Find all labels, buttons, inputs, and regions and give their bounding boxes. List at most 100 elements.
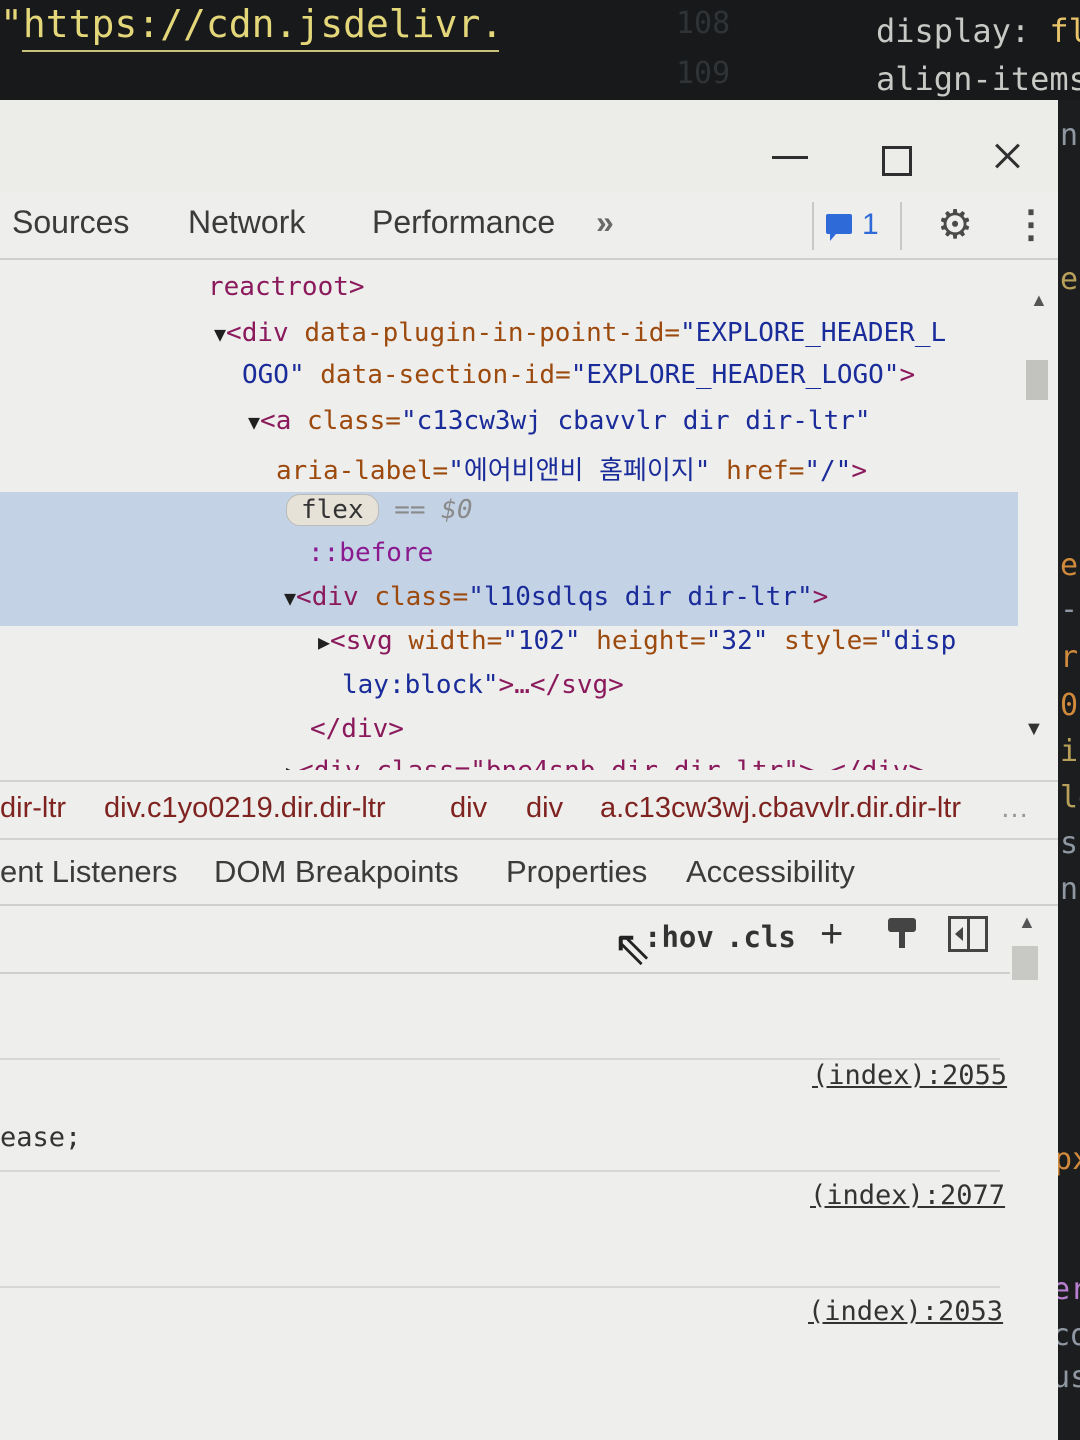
dom-node-line-selected[interactable]: ▼<a class="c13cw3wj cbavvlr dir dir-ltr": [248, 406, 871, 436]
collapse-arrow-icon[interactable]: ▼: [248, 410, 260, 434]
dom-node-line[interactable]: ▼<div data-plugin-in-point-id="EXPLORE_H…: [214, 318, 946, 348]
attribute-value: "EXPLORE_HEADER_L: [680, 318, 947, 348]
attribute-value: "l10sdlqs dir dir-ltr": [468, 582, 813, 612]
tag-name: <div: [296, 582, 375, 612]
dom-tree-scrollbar[interactable]: ▲ ▼: [1022, 280, 1052, 770]
tag-bracket: >: [812, 582, 829, 612]
minimize-button[interactable]: [766, 130, 814, 178]
tab-properties[interactable]: Properties: [506, 854, 647, 890]
breadcrumb-overflow[interactable]: …: [1000, 792, 1029, 825]
tag-name: <a: [260, 406, 308, 436]
class-toggle-button[interactable]: .cls: [726, 920, 796, 954]
attribute-value: "32": [705, 626, 769, 656]
tab-event-listeners[interactable]: ent Listeners: [0, 854, 178, 890]
sidebar-pane-tabs: ent Listeners DOM Breakpoints Properties…: [0, 840, 1058, 906]
attribute-value: OGO": [242, 360, 305, 390]
editor-line-number: 108: [676, 6, 731, 41]
editor-css-line: display: fl: [876, 12, 1080, 50]
dom-node-line[interactable]: </div>: [310, 714, 404, 744]
maximize-button[interactable]: [872, 130, 920, 178]
breadcrumb-item[interactable]: div: [450, 792, 487, 825]
selected-node-marker: == $0: [378, 495, 473, 525]
scroll-thumb[interactable]: [1012, 946, 1038, 980]
more-tabs-button[interactable]: »: [596, 204, 614, 241]
attribute-name: data-plugin-in-point-id=: [304, 318, 681, 348]
hover-state-button[interactable]: :hov: [644, 920, 714, 954]
dom-node-line[interactable]: ▼<div class="l10sdlqs dir dir-ltr">: [284, 582, 828, 612]
collapse-arrow-icon[interactable]: ▼: [284, 586, 296, 610]
breadcrumb-item[interactable]: div.c1yo0219.dir.dir-ltr: [104, 792, 386, 825]
attribute-value: "c13cw3wj cbavvlr dir dir-ltr": [400, 406, 871, 436]
flex-badge[interactable]: flex: [286, 494, 379, 526]
collapse-arrow-icon[interactable]: ▼: [214, 322, 226, 346]
attribute-name: data-section-id=: [304, 360, 571, 390]
dom-node-line[interactable]: ▶<div class="bne4snb dir dir-ltr">…</div…: [286, 756, 924, 770]
editor-css-line: align-items: [876, 60, 1080, 98]
attribute-name: width=: [408, 626, 503, 656]
scroll-thumb[interactable]: [1026, 360, 1048, 400]
issues-counter-button[interactable]: 1: [812, 202, 902, 250]
background-editor-edge: [1058, 100, 1080, 1440]
tab-accessibility[interactable]: Accessibility: [686, 854, 855, 890]
scroll-up-arrow-icon[interactable]: ▲: [1030, 290, 1048, 311]
more-options-icon[interactable]: ⋮: [1012, 206, 1050, 246]
editor-css-property: display:: [876, 12, 1050, 50]
attribute-value: "에어비앤비 홈페이지": [448, 456, 711, 486]
tag-bracket: >: [899, 360, 916, 390]
window-titlebar: [0, 100, 1058, 192]
paint-brush-icon[interactable]: [888, 918, 916, 948]
attribute-value: "/": [804, 456, 852, 486]
background-code-fragment: ra: [1060, 640, 1080, 675]
dom-node-line[interactable]: ▶<svg width="102" height="32" style="dis…: [318, 626, 956, 656]
dom-node-line-continuation: lay:block">…</svg>: [342, 670, 624, 700]
devtools-tab-bar: Sources Network Performance » 1: [0, 196, 1058, 260]
editor-line-number: 109: [676, 56, 731, 91]
styles-scrollbar[interactable]: ▲: [1008, 906, 1042, 1440]
background-code-fragment: nt: [1060, 872, 1080, 907]
tag-bracket: >…</svg>: [498, 670, 624, 700]
elements-dom-tree: reactroot> ▼<div data-plugin-in-point-id…: [0, 260, 1018, 770]
tab-dom-breakpoints[interactable]: DOM Breakpoints: [214, 854, 459, 890]
background-code-fragment: s:: [1060, 826, 1080, 861]
attribute-name: aria-label=: [276, 456, 449, 486]
tab-performance[interactable]: Performance: [372, 204, 555, 241]
attribute-name: height=: [580, 626, 706, 656]
attribute-value: "disp: [877, 626, 957, 656]
breadcrumb: dir-ltr div.c1yo0219.dir.dir-ltr div div…: [0, 780, 1058, 840]
tab-network[interactable]: Network: [188, 204, 305, 241]
new-style-rule-button[interactable]: +: [820, 912, 843, 957]
breadcrumb-item-current[interactable]: a.c13cw3wj.cbavvlr.dir.dir-ltr: [600, 792, 961, 825]
background-code-fragment: le: [1060, 780, 1080, 815]
pseudo-element-line[interactable]: ::before: [308, 538, 433, 568]
attribute-value: "102": [502, 626, 581, 656]
dom-node-line[interactable]: reactroot>: [208, 272, 365, 302]
breadcrumb-item[interactable]: div: [526, 792, 563, 825]
background-code-fragment: 0p: [1060, 688, 1080, 723]
settings-gear-icon[interactable]: ⚙: [936, 205, 974, 245]
background-code-fragment: iu: [1060, 734, 1080, 769]
background-code-fragment: e: [1060, 262, 1079, 297]
editor-url-text: "https://cdn.jsdelivr.: [0, 2, 504, 52]
style-source-link[interactable]: (index):2053: [808, 1296, 1003, 1327]
dom-node-line-continuation: aria-label="에어비앤비 홈페이지" href="/">: [276, 450, 867, 487]
style-source-link[interactable]: (index):2077: [810, 1180, 1005, 1211]
expand-arrow-icon[interactable]: ▶: [286, 760, 298, 770]
attribute-value: "EXPLORE_HEADER_LOGO": [570, 360, 900, 390]
scroll-down-arrow-icon[interactable]: ▼: [1024, 718, 1044, 741]
tab-sources[interactable]: Sources: [12, 204, 129, 241]
scroll-up-arrow-icon[interactable]: ▲: [1018, 912, 1036, 933]
tag-bracket: >: [851, 456, 867, 486]
attribute-name: class=: [307, 406, 401, 436]
close-button[interactable]: [984, 130, 1032, 178]
issues-count: 1: [862, 208, 879, 241]
expand-arrow-icon[interactable]: ▶: [318, 630, 330, 654]
tag-name: <div: [226, 318, 305, 348]
tag-name: <svg: [330, 626, 409, 656]
attribute-value: lay:block": [342, 670, 499, 700]
style-source-link[interactable]: (index):2055: [812, 1060, 1007, 1091]
style-declaration-text: ease;: [0, 1122, 82, 1153]
attribute-name: style=: [768, 626, 878, 656]
breadcrumb-item[interactable]: dir-ltr: [0, 792, 66, 825]
background-code-fragment: er: [1060, 548, 1080, 583]
toggle-sidebar-icon[interactable]: [948, 916, 988, 952]
